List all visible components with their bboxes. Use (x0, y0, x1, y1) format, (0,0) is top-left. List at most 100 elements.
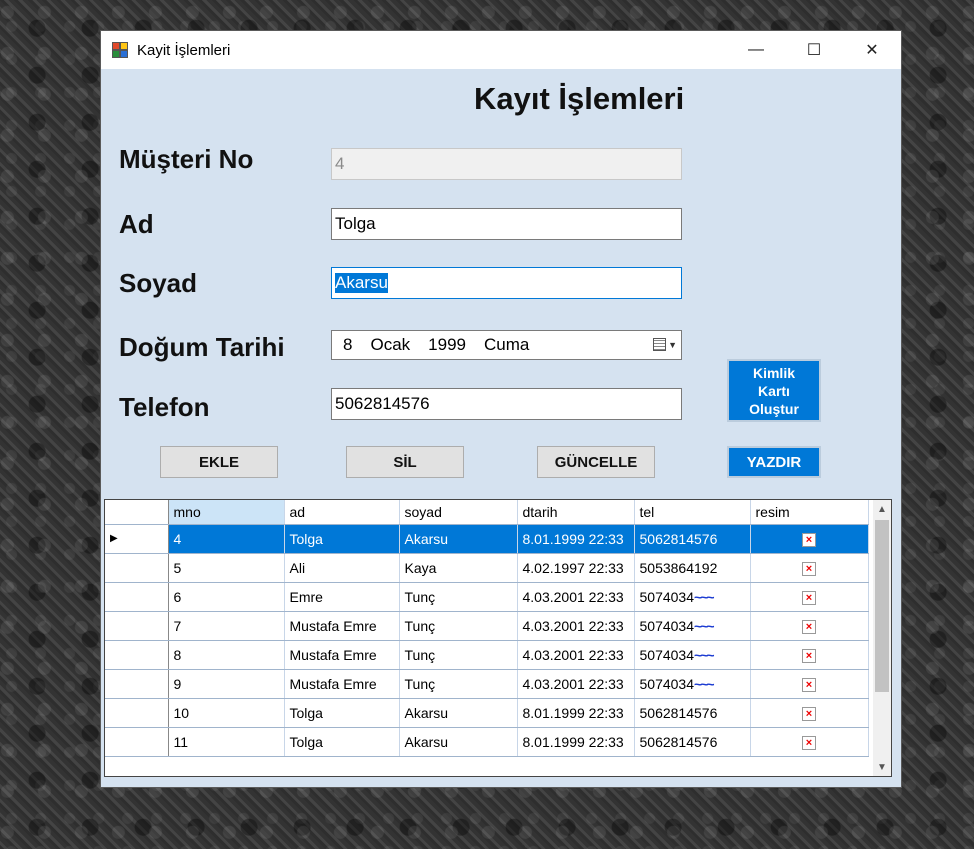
cell-dtarih[interactable]: 4.03.2001 22:33 (517, 611, 635, 641)
scroll-thumb[interactable] (875, 520, 889, 692)
cell-soyad[interactable]: Tunç (399, 582, 518, 612)
table-row[interactable]: ▶ 4 Tolga Akarsu 8.01.1999 22:33 5062814576 × (105, 524, 869, 554)
cell-mno[interactable]: 7 (168, 611, 285, 641)
table-row[interactable]: 6 Emre Tunç 4.03.2001 22:33 5074034~~~ × (105, 582, 869, 612)
column-header-dtarih[interactable]: dtarih (517, 500, 635, 525)
row-header[interactable] (105, 553, 169, 583)
cell-mno[interactable]: 8 (168, 640, 285, 670)
cell-tel[interactable]: 5053864192 (634, 553, 751, 583)
cell-tel[interactable]: 5074034~~~ (634, 640, 751, 670)
table-row[interactable]: 7 Mustafa Emre Tunç 4.03.2001 22:33 5074034~… (105, 611, 869, 641)
date-month[interactable]: Ocak (370, 335, 410, 355)
row-header[interactable] (105, 582, 169, 612)
date-day[interactable]: 8 (343, 335, 352, 355)
cell-resim[interactable]: × (750, 669, 869, 699)
cell-soyad[interactable]: Akarsu (399, 727, 518, 757)
date-year[interactable]: 1999 (428, 335, 466, 355)
cell-soyad[interactable]: Tunç (399, 640, 518, 670)
cell-ad[interactable]: Mustafa Emre (284, 640, 400, 670)
guncelle-button[interactable]: GÜNCELLE (537, 446, 655, 478)
date-weekday[interactable]: Cuma (484, 335, 529, 355)
cell-tel[interactable]: 5062814576 (634, 727, 751, 757)
cell-ad[interactable]: Mustafa Emre (284, 669, 400, 699)
app-icon (112, 42, 128, 58)
cell-ad[interactable]: Tolga (284, 524, 400, 554)
cell-mno[interactable]: 4 (168, 524, 285, 554)
cell-dtarih[interactable]: 4.03.2001 22:33 (517, 582, 635, 612)
soyad-field[interactable]: Akarsu (331, 267, 682, 299)
cell-ad[interactable]: Emre (284, 582, 400, 612)
ekle-button[interactable]: EKLE (160, 446, 278, 478)
scroll-down-icon[interactable]: ▼ (873, 758, 891, 776)
column-header-ad[interactable]: ad (284, 500, 400, 525)
cell-soyad[interactable]: Tunç (399, 669, 518, 699)
row-header[interactable] (105, 669, 169, 699)
cell-soyad[interactable]: Kaya (399, 553, 518, 583)
cell-mno[interactable]: 6 (168, 582, 285, 612)
cell-tel[interactable]: 5062814576 (634, 524, 751, 554)
row-header[interactable] (105, 727, 169, 757)
table-row[interactable]: 8 Mustafa Emre Tunç 4.03.2001 22:33 5074034~… (105, 640, 869, 670)
redaction-scribble: ~~~ (694, 588, 714, 605)
minimize-icon[interactable]: — (727, 31, 785, 69)
cell-dtarih[interactable]: 8.01.1999 22:33 (517, 698, 635, 728)
musteri-no-field: 4 (331, 148, 682, 180)
cell-resim[interactable]: × (750, 727, 869, 757)
row-header[interactable] (105, 698, 169, 728)
cell-dtarih[interactable]: 4.03.2001 22:33 (517, 640, 635, 670)
cell-dtarih[interactable]: 4.02.1997 22:33 (517, 553, 635, 583)
cell-soyad[interactable]: Tunç (399, 611, 518, 641)
cell-dtarih[interactable]: 4.03.2001 22:33 (517, 669, 635, 699)
table-row[interactable]: 5 Ali Kaya 4.02.1997 22:33 5053864192 × (105, 553, 869, 583)
dogum-tarihi-picker[interactable]: 8 Ocak 1999 Cuma ▼ (331, 330, 682, 360)
records-grid[interactable]: mno ad soyad dtarih tel resim ▶ 4 Tolga Akarsu 8.… (104, 499, 892, 777)
scroll-up-icon[interactable]: ▲ (873, 500, 891, 518)
table-row[interactable]: 10 Tolga Akarsu 8.01.1999 22:33 5062814576 × (105, 698, 869, 728)
cell-soyad[interactable]: Akarsu (399, 524, 518, 554)
cell-ad[interactable]: Mustafa Emre (284, 611, 400, 641)
yazdir-button[interactable]: YAZDIR (727, 446, 821, 478)
cell-tel[interactable]: 5062814576 (634, 698, 751, 728)
close-icon[interactable]: ✕ (843, 31, 901, 69)
cell-ad[interactable]: Tolga (284, 698, 400, 728)
window-title: Kayit İşlemleri (137, 41, 231, 59)
cell-dtarih[interactable]: 8.01.1999 22:33 (517, 524, 635, 554)
cell-resim[interactable]: × (750, 611, 869, 641)
cell-tel[interactable]: 5074034~~~ (634, 611, 751, 641)
column-header-tel[interactable]: tel (634, 500, 751, 525)
ad-field[interactable]: Tolga (331, 208, 682, 240)
row-header[interactable] (105, 640, 169, 670)
cell-resim[interactable]: × (750, 553, 869, 583)
cell-ad[interactable]: Tolga (284, 727, 400, 757)
cell-resim[interactable]: × (750, 698, 869, 728)
cell-mno[interactable]: 11 (168, 727, 285, 757)
cell-tel[interactable]: 5074034~~~ (634, 582, 751, 612)
row-header[interactable] (105, 611, 169, 641)
cell-resim[interactable]: × (750, 640, 869, 670)
broken-image-icon: × (802, 736, 816, 750)
vertical-scrollbar[interactable]: ▲ ▼ (873, 500, 891, 776)
cell-resim[interactable]: × (750, 582, 869, 612)
column-header-resim[interactable]: resim (750, 500, 869, 525)
telefon-field[interactable]: 5062814576 (331, 388, 682, 420)
cell-tel[interactable]: 5074034~~~ (634, 669, 751, 699)
cell-mno[interactable]: 5 (168, 553, 285, 583)
title-bar[interactable]: Kayit İşlemleri — ☐ ✕ (101, 31, 901, 69)
tel-text: 5074034 (639, 617, 695, 634)
kimlik-karti-olustur-button[interactable]: Kimlik Kartı Oluştur (727, 359, 821, 422)
cell-resim[interactable]: × (750, 524, 869, 554)
maximize-icon[interactable]: ☐ (785, 31, 843, 69)
table-row[interactable]: 11 Tolga Akarsu 8.01.1999 22:33 5062814576 × (105, 727, 869, 757)
cell-soyad[interactable]: Akarsu (399, 698, 518, 728)
column-header-soyad[interactable]: soyad (399, 500, 518, 525)
column-header-mno[interactable]: mno (168, 500, 285, 525)
cell-mno[interactable]: 10 (168, 698, 285, 728)
table-row[interactable]: 9 Mustafa Emre Tunç 4.03.2001 22:33 5074034~… (105, 669, 869, 699)
cell-dtarih[interactable]: 8.01.1999 22:33 (517, 727, 635, 757)
row-header[interactable]: ▶ (105, 524, 169, 554)
sil-button[interactable]: SİL (346, 446, 464, 478)
cell-mno[interactable]: 9 (168, 669, 285, 699)
calendar-dropdown-icon[interactable]: ▼ (653, 338, 677, 351)
row-header-corner[interactable] (105, 500, 169, 525)
cell-ad[interactable]: Ali (284, 553, 400, 583)
